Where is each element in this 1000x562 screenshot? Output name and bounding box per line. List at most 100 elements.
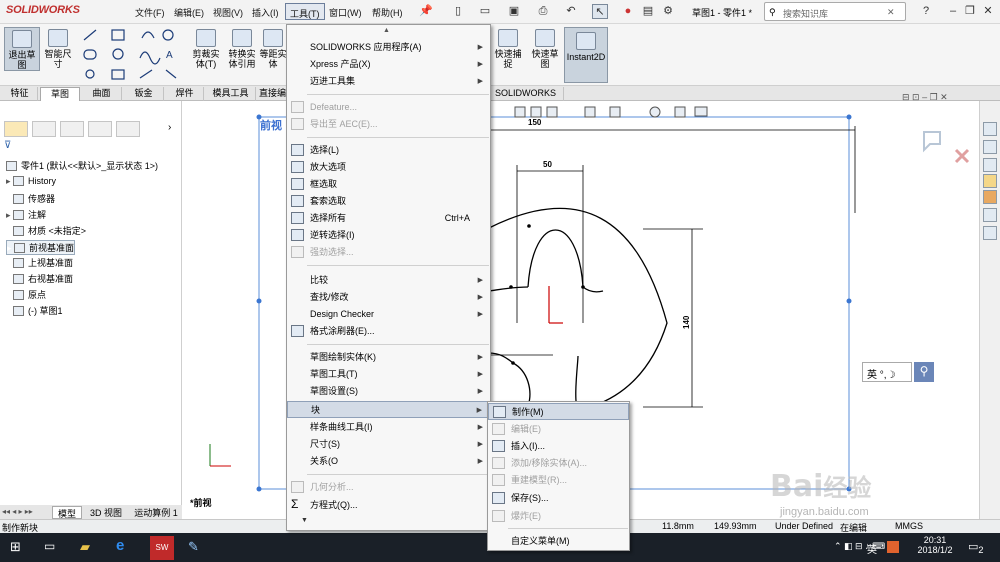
pin-icon[interactable]: 📌 bbox=[418, 4, 434, 19]
menu-item-export-aec[interactable]: 导出至 AEC(E)... bbox=[287, 116, 490, 133]
design-library-icon[interactable] bbox=[983, 140, 997, 154]
menu-window[interactable]: 窗口(W) bbox=[329, 6, 362, 19]
tab-mbd[interactable]: SOLIDWORKS MBD bbox=[488, 87, 564, 111]
edge-browser-icon[interactable]: e bbox=[116, 537, 124, 554]
tab-sheet-metal[interactable]: 钣金 bbox=[124, 87, 164, 101]
rapid-sketch-button[interactable]: 快速草 图 bbox=[527, 27, 563, 69]
undo-icon[interactable]: ↶ bbox=[563, 4, 579, 19]
menu-item-solidworks-apps[interactable]: SOLIDWORKS 应用程序(A) ▶ bbox=[287, 39, 490, 56]
menu-item-blocks[interactable]: 块 ▶ bbox=[287, 401, 490, 418]
quick-snaps-button[interactable]: 快速捕 捉 bbox=[490, 27, 526, 69]
exit-sketch-button[interactable]: 退出草 图 bbox=[4, 27, 40, 71]
menu-file[interactable]: 文件(F) bbox=[135, 6, 165, 19]
dim-140[interactable]: 140 bbox=[682, 315, 691, 329]
menu-item-xpress[interactable]: Xpress 产品(X) ▶ bbox=[287, 56, 490, 73]
menu-item-toolset[interactable]: 迈进工具集 ▶ bbox=[287, 73, 490, 90]
task-view-icon[interactable]: ▭ bbox=[44, 539, 55, 553]
tab-3d-view[interactable]: 3D 视图 bbox=[84, 506, 128, 519]
menu-insert[interactable]: 插入(I) bbox=[252, 6, 279, 19]
menu-item-sketch-settings[interactable]: 草图设置(S) ▶ bbox=[287, 383, 490, 400]
menu-item-lasso-selection[interactable]: 套索选取 bbox=[287, 193, 490, 210]
tree-item-sketch1[interactable]: ▸ (-) 草图1 bbox=[6, 304, 63, 317]
menu-item-defeature[interactable]: Defeature... bbox=[287, 99, 490, 116]
status-units[interactable]: MMGS bbox=[895, 521, 923, 531]
offset-entities-button[interactable]: 等距实 体 bbox=[258, 27, 288, 69]
menu-expand-icon[interactable]: ▼ bbox=[301, 517, 308, 524]
windows-start-icon[interactable]: ⊞ bbox=[10, 539, 21, 555]
menu-item-compare[interactable]: 比较 ▶ bbox=[287, 272, 490, 289]
dim-150[interactable]: 150 bbox=[528, 118, 542, 127]
menu-item-select-all[interactable]: 选择所有 Ctrl+A bbox=[287, 210, 490, 227]
dim-50[interactable]: 50 bbox=[543, 160, 552, 169]
menu-edit[interactable]: 编辑(E) bbox=[174, 6, 204, 19]
menu-item-invert-selection[interactable]: 逆转选择(I) bbox=[287, 227, 490, 244]
tab-weldments[interactable]: 焊件 bbox=[166, 87, 204, 101]
tree-item-history[interactable]: ▸ History bbox=[6, 176, 56, 187]
solidworks-logo[interactable]: SOLIDWORKS bbox=[6, 4, 80, 16]
instant2d-button[interactable]: Instant2D bbox=[564, 27, 608, 83]
home-icon[interactable] bbox=[983, 122, 997, 136]
menu-help[interactable]: 帮助(H) bbox=[372, 6, 403, 19]
sketch-entity-tools[interactable]: A bbox=[80, 28, 180, 84]
tree-item-sensors[interactable]: ▸ 传感器 bbox=[6, 192, 55, 205]
convert-entities-button[interactable]: 转换实 体引用 bbox=[224, 27, 260, 69]
minimize-icon[interactable]: – bbox=[945, 4, 961, 19]
ime-search-icon[interactable]: ⚲ bbox=[914, 362, 934, 382]
submenu-item-make-block[interactable]: 制作(M) bbox=[488, 403, 629, 420]
tab-features[interactable]: 特征 bbox=[2, 87, 38, 101]
tab-motion-study[interactable]: 运动算例 1 bbox=[130, 506, 182, 519]
menu-item-spline-tools[interactable]: 样条曲线工具(I) ▶ bbox=[287, 419, 490, 436]
menu-item-power-select[interactable]: 强劲选择... bbox=[287, 244, 490, 261]
appearances-icon[interactable] bbox=[983, 190, 997, 204]
submenu-item-save-block[interactable]: 保存(S)... bbox=[488, 490, 629, 507]
view-palette-icon[interactable] bbox=[983, 174, 997, 188]
menu-item-geometry-analysis[interactable]: 几何分析... bbox=[287, 479, 490, 496]
open-folder-icon[interactable]: ▭ bbox=[477, 4, 493, 19]
menu-item-magnified-selection[interactable]: 放大选项 bbox=[287, 159, 490, 176]
property-manager-tab-icon[interactable] bbox=[32, 121, 56, 137]
menu-item-format-painter[interactable]: 格式涂刷器(E)... bbox=[287, 323, 490, 340]
submenu-item-explode[interactable]: 爆炸(E) bbox=[488, 508, 629, 525]
traffic-light-icon[interactable]: ● bbox=[620, 4, 636, 19]
file-properties-icon[interactable]: ▤ bbox=[640, 4, 656, 19]
print-icon[interactable]: ⎙ bbox=[535, 4, 551, 19]
menu-item-sketch-entities[interactable]: 草图绘制实体(K) ▶ bbox=[287, 349, 490, 366]
menu-item-box-selection[interactable]: 框选取 bbox=[287, 176, 490, 193]
menu-item-sketch-tools[interactable]: 草图工具(T) ▶ bbox=[287, 366, 490, 383]
tree-root[interactable]: 零件1 (默认<<默认>_显示状态 1>) bbox=[6, 159, 158, 172]
save-icon[interactable]: ▣ bbox=[506, 4, 522, 19]
tab-surfaces[interactable]: 曲面 bbox=[82, 87, 122, 101]
filter-icon[interactable]: ⊽ bbox=[4, 140, 11, 151]
menu-item-select[interactable]: 选择(L) bbox=[287, 142, 490, 159]
viewport-window-controls[interactable]: ⊟ ⊡ – ❐ ✕ bbox=[902, 92, 948, 103]
menu-view[interactable]: 视图(V) bbox=[213, 6, 243, 19]
ime-toolbar[interactable]: 英 °,☽ bbox=[862, 362, 912, 382]
heads-up-toolbar[interactable] bbox=[485, 105, 745, 119]
tree-item-material[interactable]: ▸ 材质 <未指定> bbox=[6, 224, 86, 237]
menu-item-equations[interactable]: Σ 方程式(Q)... bbox=[287, 497, 490, 514]
file-explorer-icon[interactable] bbox=[983, 158, 997, 172]
tree-item-origin[interactable]: ▸ 原点 bbox=[6, 288, 46, 301]
submenu-item-customize-menu[interactable]: 自定义菜单(M) bbox=[488, 533, 629, 550]
tree-item-top-plane[interactable]: ▸ 上视基准面 bbox=[6, 256, 73, 269]
options-gear-icon[interactable]: ⚙ bbox=[660, 4, 676, 19]
custom-properties-icon[interactable] bbox=[983, 208, 997, 222]
new-document-icon[interactable]: ▯ bbox=[450, 4, 466, 19]
notification-icon[interactable]: ▭2 bbox=[968, 540, 984, 555]
tab-mold-tools[interactable]: 模具工具 bbox=[206, 87, 256, 101]
display-manager-tab-icon[interactable] bbox=[116, 121, 140, 137]
menu-scroll-up-icon[interactable]: ▲ bbox=[383, 27, 390, 34]
tray-ime[interactable]: 英 bbox=[867, 541, 877, 556]
submenu-item-insert-block[interactable]: 插入(I)... bbox=[488, 438, 629, 455]
close-icon[interactable]: ✕ bbox=[980, 4, 996, 19]
submenu-item-rebuild[interactable]: 重建模型(R)... bbox=[488, 472, 629, 489]
configuration-manager-tab-icon[interactable] bbox=[60, 121, 84, 137]
search-clear-icon[interactable]: ✕ bbox=[887, 7, 895, 18]
search-input[interactable]: ⚲ 搜索知识库 ✕ bbox=[764, 2, 906, 21]
trim-entities-button[interactable]: 剪裁实 体(T) bbox=[188, 27, 224, 69]
confirmation-corner[interactable] bbox=[922, 128, 970, 164]
tree-item-front-plane[interactable]: ▸ 前视基准面 bbox=[6, 240, 76, 255]
menu-item-find-modify[interactable]: 查找/修改 ▶ bbox=[287, 289, 490, 306]
menu-item-relations[interactable]: 关系(O ▶ bbox=[287, 453, 490, 470]
file-explorer-taskbar-icon[interactable]: ▰ bbox=[80, 539, 90, 555]
